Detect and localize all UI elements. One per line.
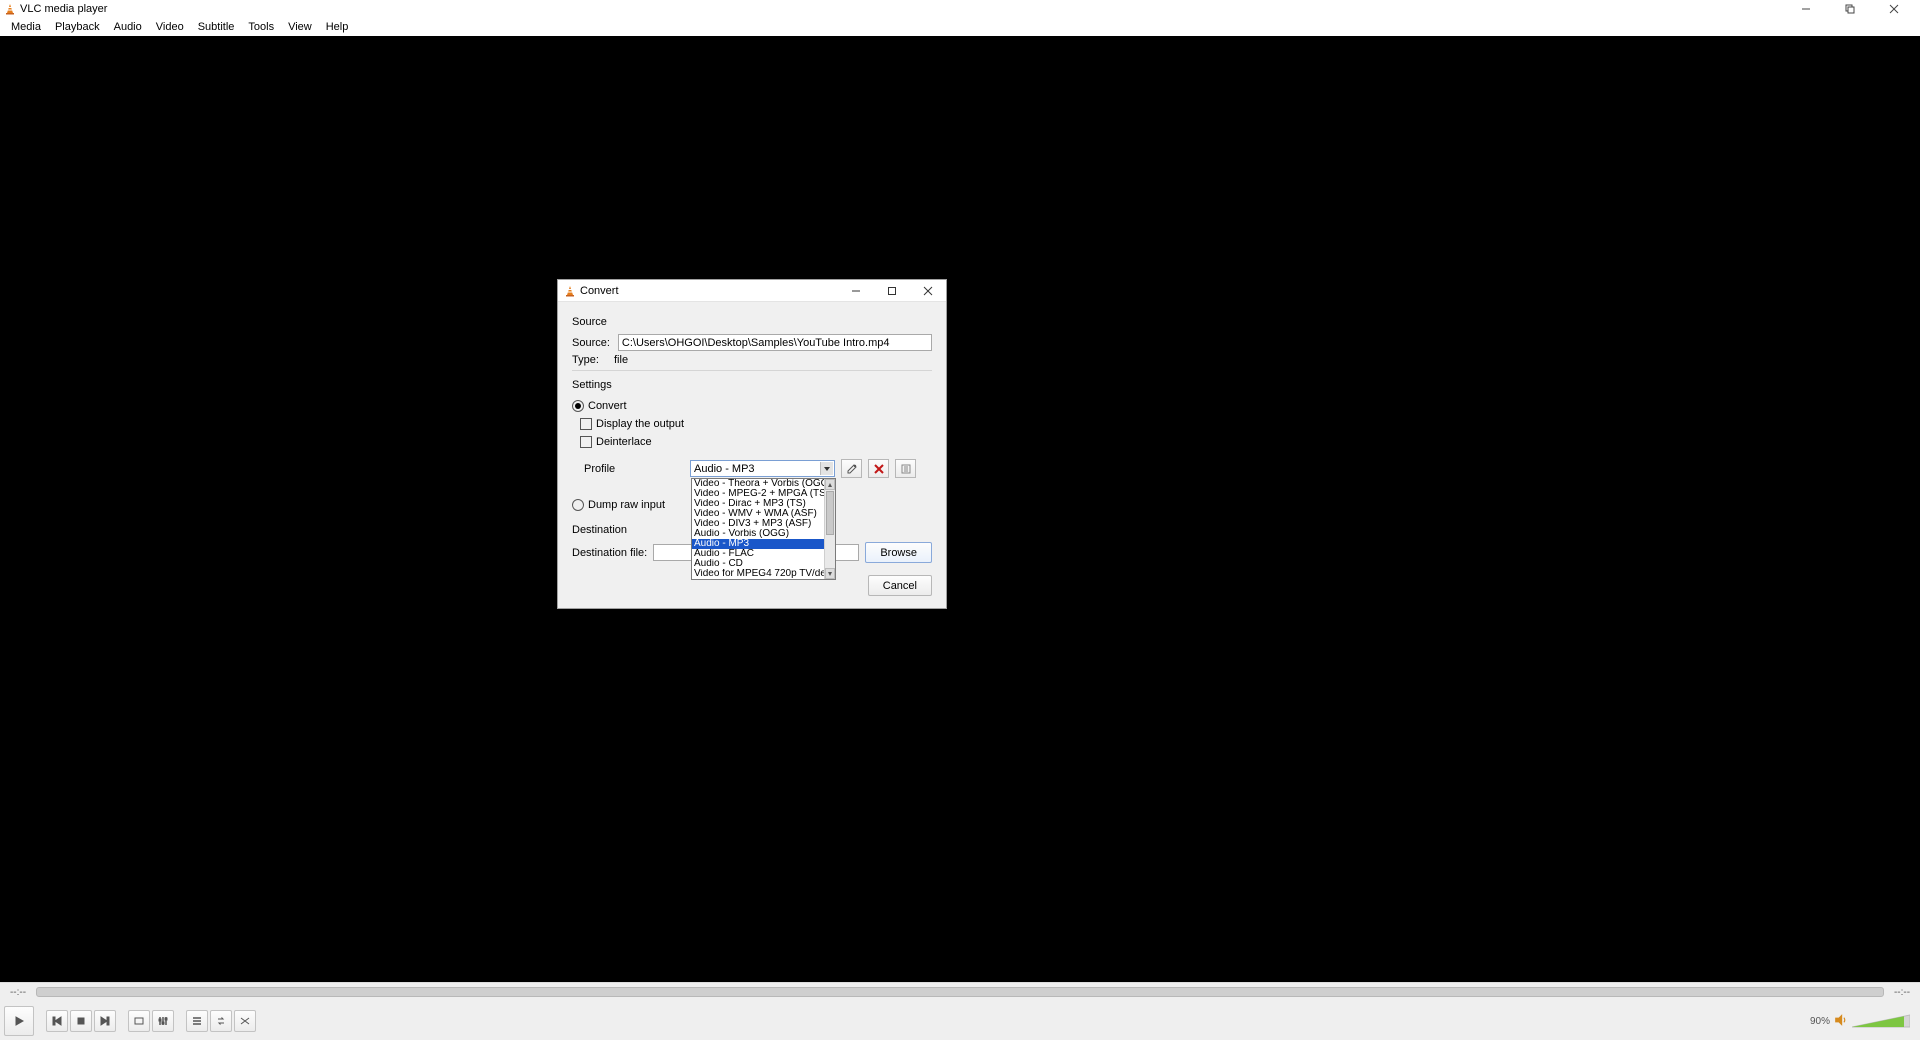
source-section-header: Source xyxy=(572,316,932,328)
profile-combobox[interactable]: Audio - MP3 Video - Theora + Vorbis (OGG… xyxy=(690,460,835,477)
profile-option[interactable]: Audio - CD xyxy=(692,559,824,569)
profile-option[interactable]: Audio - Vorbis (OGG) xyxy=(692,529,824,539)
delete-profile-button[interactable] xyxy=(868,459,889,478)
dump-raw-radio[interactable]: Dump raw input xyxy=(572,499,665,511)
vlc-cone-icon xyxy=(564,285,576,297)
display-output-checkbox[interactable]: Display the output xyxy=(580,418,684,430)
dialog-close-button[interactable] xyxy=(910,280,946,302)
menu-video[interactable]: Video xyxy=(149,21,191,33)
destination-file-label: Destination file: xyxy=(572,547,647,559)
menu-subtitle[interactable]: Subtitle xyxy=(191,21,242,33)
previous-button[interactable] xyxy=(46,1010,68,1032)
profile-option[interactable]: Video for MPEG4 720p TV/device xyxy=(692,569,824,579)
checkbox-icon xyxy=(580,436,592,448)
seek-slider[interactable] xyxy=(36,987,1884,997)
menu-view[interactable]: View xyxy=(281,21,319,33)
player-controls: --:-- --:-- 90% xyxy=(0,982,1920,1040)
speaker-icon[interactable] xyxy=(1834,1013,1848,1030)
scroll-thumb[interactable] xyxy=(826,491,834,535)
scroll-down-button[interactable] xyxy=(825,568,835,579)
browse-button[interactable]: Browse xyxy=(865,542,932,563)
scroll-up-button[interactable] xyxy=(825,479,835,490)
profile-selected-value: Audio - MP3 xyxy=(694,463,831,475)
shuffle-button[interactable] xyxy=(234,1010,256,1032)
main-minimize-button[interactable] xyxy=(1784,0,1828,18)
video-area: Convert Source Source: Type: file Settin… xyxy=(0,36,1920,982)
radio-icon xyxy=(572,400,584,412)
fullscreen-button[interactable] xyxy=(128,1010,150,1032)
app-title: VLC media player xyxy=(20,3,107,15)
profile-option[interactable]: Video - Dirac + MP3 (TS) xyxy=(692,499,824,509)
dialog-minimize-button[interactable] xyxy=(838,280,874,302)
dialog-title: Convert xyxy=(580,285,619,297)
main-titlebar: VLC media player xyxy=(0,0,1920,18)
chevron-down-icon xyxy=(820,462,833,475)
stop-button[interactable] xyxy=(70,1010,92,1032)
source-label: Source: xyxy=(572,337,610,349)
new-profile-button[interactable] xyxy=(895,459,916,478)
main-maximize-button[interactable] xyxy=(1828,0,1872,18)
menu-media[interactable]: Media xyxy=(4,21,48,33)
loop-button[interactable] xyxy=(210,1010,232,1032)
dialog-titlebar[interactable]: Convert xyxy=(558,280,946,302)
vlc-cone-icon xyxy=(4,3,16,15)
edit-profile-button[interactable] xyxy=(841,459,862,478)
remaining-time: --:-- xyxy=(1890,987,1914,998)
type-value: file xyxy=(614,354,628,366)
deinterlace-checkbox[interactable]: Deinterlace xyxy=(580,436,652,448)
cancel-button[interactable]: Cancel xyxy=(868,575,932,596)
profile-option[interactable]: Video - Theora + Vorbis (OGG) xyxy=(692,479,824,489)
profile-label: Profile xyxy=(572,463,684,475)
profile-dropdown-list: Video - Theora + Vorbis (OGG)Video - MPE… xyxy=(691,478,836,580)
volume-slider[interactable] xyxy=(1852,1013,1910,1029)
deinterlace-label: Deinterlace xyxy=(596,436,652,448)
elapsed-time: --:-- xyxy=(6,987,30,998)
dialog-maximize-button[interactable] xyxy=(874,280,910,302)
radio-icon xyxy=(572,499,584,511)
profile-option[interactable]: Audio - MP3 xyxy=(692,539,824,549)
menu-help[interactable]: Help xyxy=(319,21,356,33)
dump-raw-label: Dump raw input xyxy=(588,499,665,511)
dropdown-scrollbar[interactable] xyxy=(824,479,835,579)
settings-section-header: Settings xyxy=(572,379,932,391)
menu-tools[interactable]: Tools xyxy=(241,21,281,33)
convert-dialog: Convert Source Source: Type: file Settin… xyxy=(557,279,947,609)
menu-audio[interactable]: Audio xyxy=(107,21,149,33)
extended-settings-button[interactable] xyxy=(152,1010,174,1032)
source-input[interactable] xyxy=(618,334,932,351)
profile-option[interactable]: Video - WMV + WMA (ASF) xyxy=(692,509,824,519)
play-button[interactable] xyxy=(4,1006,34,1036)
profile-option[interactable]: Video - DIV3 + MP3 (ASF) xyxy=(692,519,824,529)
display-output-label: Display the output xyxy=(596,418,684,430)
volume-percent-label: 90% xyxy=(1810,1016,1830,1027)
main-close-button[interactable] xyxy=(1872,0,1916,18)
divider xyxy=(572,370,932,371)
playlist-button[interactable] xyxy=(186,1010,208,1032)
checkbox-icon xyxy=(580,418,592,430)
type-label: Type: xyxy=(572,354,606,366)
convert-radio[interactable]: Convert xyxy=(572,400,627,412)
profile-option[interactable]: Audio - FLAC xyxy=(692,549,824,559)
profile-option[interactable]: Video - MPEG-2 + MPGA (TS) xyxy=(692,489,824,499)
next-button[interactable] xyxy=(94,1010,116,1032)
menu-playback[interactable]: Playback xyxy=(48,21,107,33)
convert-radio-label: Convert xyxy=(588,400,627,412)
menubar: Media Playback Audio Video Subtitle Tool… xyxy=(0,18,1920,36)
